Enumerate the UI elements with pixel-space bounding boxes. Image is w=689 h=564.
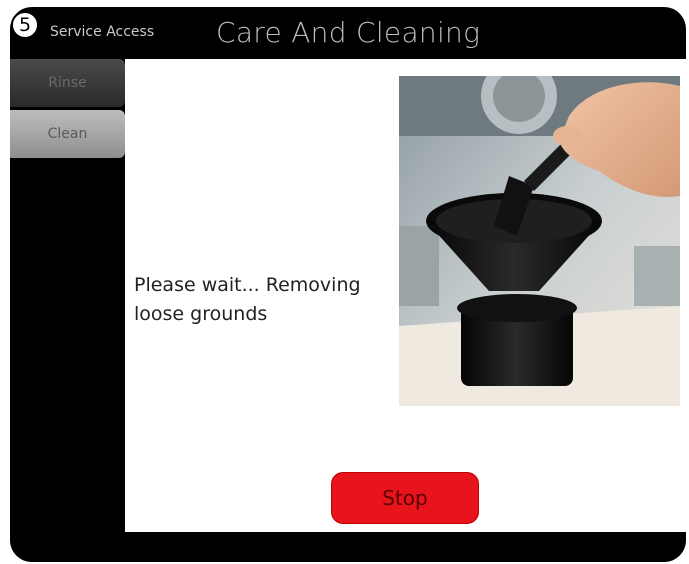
cleaning-photo: [399, 76, 680, 406]
device-frame: Service Access Care And Cleaning Rinse C…: [10, 7, 686, 562]
sidebar: Rinse Clean: [10, 59, 125, 161]
header: Service Access Care And Cleaning: [10, 7, 686, 59]
sidebar-item-clean[interactable]: Clean: [10, 110, 125, 158]
stop-button[interactable]: Stop: [331, 472, 479, 524]
status-message: Please wait... Removing loose grounds: [134, 274, 361, 325]
cleaning-photo-image: [399, 76, 680, 406]
page-title: Care And Cleaning: [216, 16, 481, 49]
content-panel: Please wait... Removing loose grounds St…: [125, 59, 686, 532]
step-number-badge: 5: [11, 11, 39, 39]
service-access-label[interactable]: Service Access: [50, 24, 154, 40]
sidebar-item-rinse[interactable]: Rinse: [10, 59, 125, 107]
footer-bar: [10, 532, 686, 562]
